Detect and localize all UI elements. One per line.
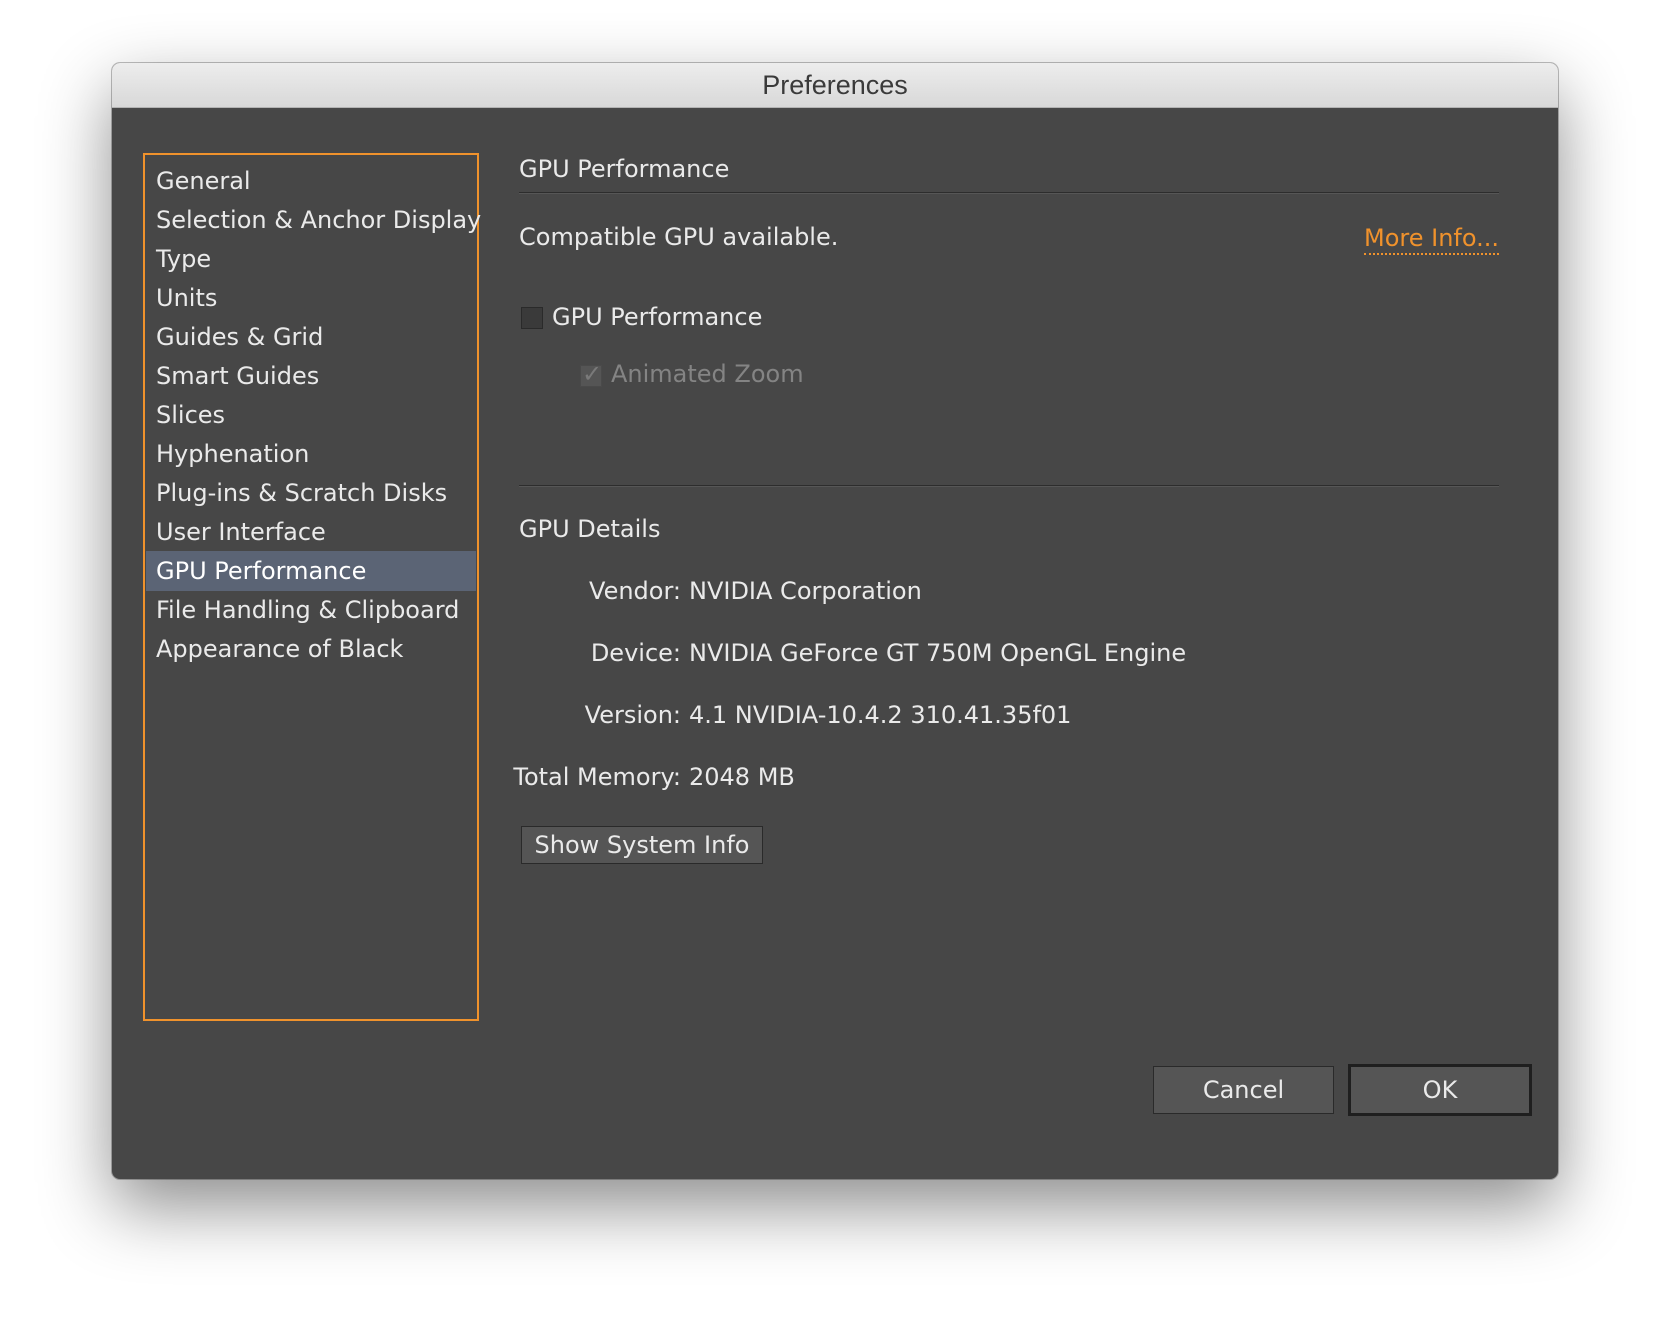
animated-zoom-checkbox[interactable]: ✓: [580, 360, 602, 388]
sidebar-item-guides-grid[interactable]: Guides & Grid: [146, 317, 476, 357]
device-label: Device:: [590, 639, 681, 667]
sidebar-item-plugins-scratch-disks[interactable]: Plug-ins & Scratch Disks: [146, 473, 476, 513]
preferences-window: Preferences General Selection & Anchor D…: [112, 63, 1558, 1179]
vendor-value: NVIDIA Corporation: [689, 577, 922, 605]
show-system-info-button[interactable]: Show System Info: [521, 826, 763, 864]
sidebar-item-appearance-of-black[interactable]: Appearance of Black: [146, 629, 476, 669]
sidebar-item-selection-anchor-display[interactable]: Selection & Anchor Display: [146, 200, 481, 240]
vendor-label: Vendor:: [589, 577, 681, 605]
version-label: Version:: [584, 701, 681, 729]
sidebar-item-file-handling-clipboard[interactable]: File Handling & Clipboard: [146, 590, 476, 630]
ok-button[interactable]: OK: [1348, 1064, 1532, 1116]
check-icon: ✓: [582, 360, 603, 388]
version-value: 4.1 NVIDIA-10.4.2 310.41.35f01: [689, 701, 1072, 729]
sidebar-item-user-interface[interactable]: User Interface: [146, 512, 476, 552]
sidebar-item-units[interactable]: Units: [146, 278, 476, 318]
animated-zoom-checkbox-label: Animated Zoom: [611, 360, 804, 388]
preferences-category-list[interactable]: General Selection & Anchor Display Type …: [143, 153, 481, 1021]
cancel-button[interactable]: Cancel: [1153, 1066, 1334, 1114]
sidebar-item-slices[interactable]: Slices: [146, 395, 476, 435]
gpu-details-title: GPU Details: [519, 515, 661, 543]
window-title: Preferences: [762, 70, 908, 100]
title-bar[interactable]: Preferences: [112, 63, 1558, 108]
gpu-status-text: Compatible GPU available.: [519, 223, 839, 251]
gpu-performance-checkbox[interactable]: [521, 307, 543, 329]
sidebar-item-hyphenation[interactable]: Hyphenation: [146, 434, 476, 474]
details-divider: [519, 485, 1499, 487]
sidebar-item-gpu-performance[interactable]: GPU Performance: [146, 551, 476, 591]
sidebar-item-general[interactable]: General: [146, 161, 476, 201]
gpu-performance-checkbox-label[interactable]: GPU Performance: [552, 303, 762, 331]
sidebar-item-type[interactable]: Type: [146, 239, 476, 279]
more-info-link[interactable]: More Info...: [1363, 223, 1499, 255]
section-title: GPU Performance: [519, 155, 730, 183]
total-memory-label: Total Memory:: [513, 763, 681, 791]
total-memory-value: 2048 MB: [689, 763, 795, 791]
gpu-performance-panel: GPU Performance Compatible GPU available…: [513, 143, 1499, 1043]
sidebar-item-smart-guides[interactable]: Smart Guides: [146, 356, 476, 396]
section-divider: [519, 192, 1499, 194]
device-value: NVIDIA GeForce GT 750M OpenGL Engine: [689, 639, 1187, 667]
